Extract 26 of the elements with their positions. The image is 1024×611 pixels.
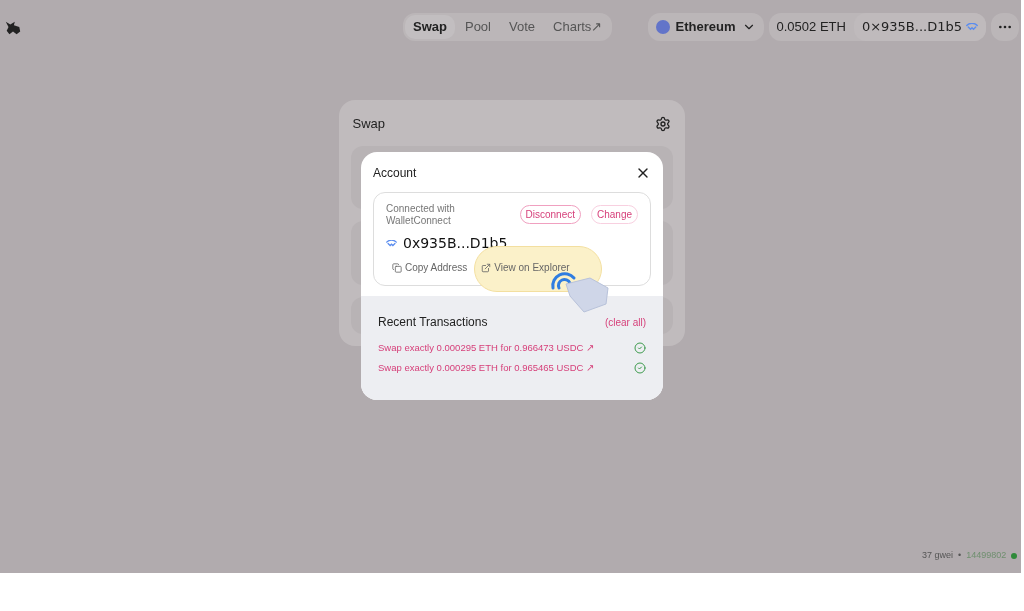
wave-icon	[966, 23, 978, 31]
balance: 0.0502 ETH	[776, 18, 846, 37]
transaction-link[interactable]: Swap exactly 0.000295 ETH for 0.965465 USDC ↗	[378, 361, 595, 376]
nav-tab[interactable]: Swap	[405, 15, 455, 39]
nav-tab[interactable]: Charts↗	[545, 15, 611, 39]
connected-with-text: Connected with WalletConnect	[386, 203, 456, 227]
gas-price: 37 gwei	[922, 549, 954, 562]
external-link-icon	[481, 262, 492, 273]
modal-title: Account	[373, 165, 417, 182]
recent-transactions-title: Recent Transactions	[378, 314, 488, 331]
settings-icon[interactable]	[654, 115, 671, 132]
copy-address-link[interactable]: Copy Address	[392, 260, 468, 275]
view-on-explorer-link[interactable]: View on Explorer	[481, 260, 570, 275]
nav-tab[interactable]: Pool	[456, 15, 499, 39]
transaction-link[interactable]: Swap exactly 0.000295 ETH for 0.966473 USDC ↗	[378, 341, 595, 356]
swap-card-title: Swap	[352, 115, 386, 133]
wave-icon	[386, 240, 397, 247]
network-selector[interactable]: Ethereum	[647, 13, 764, 41]
copy-icon	[392, 262, 402, 273]
account-address: 0x935B...D1b5	[403, 234, 508, 253]
nav-tab[interactable]: Vote	[501, 15, 544, 39]
block-number: 14499802	[966, 549, 1007, 562]
account-button[interactable]: 0×935B...D1b5	[853, 13, 986, 41]
separator: •	[958, 549, 962, 562]
ethereum-icon	[655, 20, 670, 34]
clear-all-link[interactable]: (clear all)	[604, 314, 646, 330]
